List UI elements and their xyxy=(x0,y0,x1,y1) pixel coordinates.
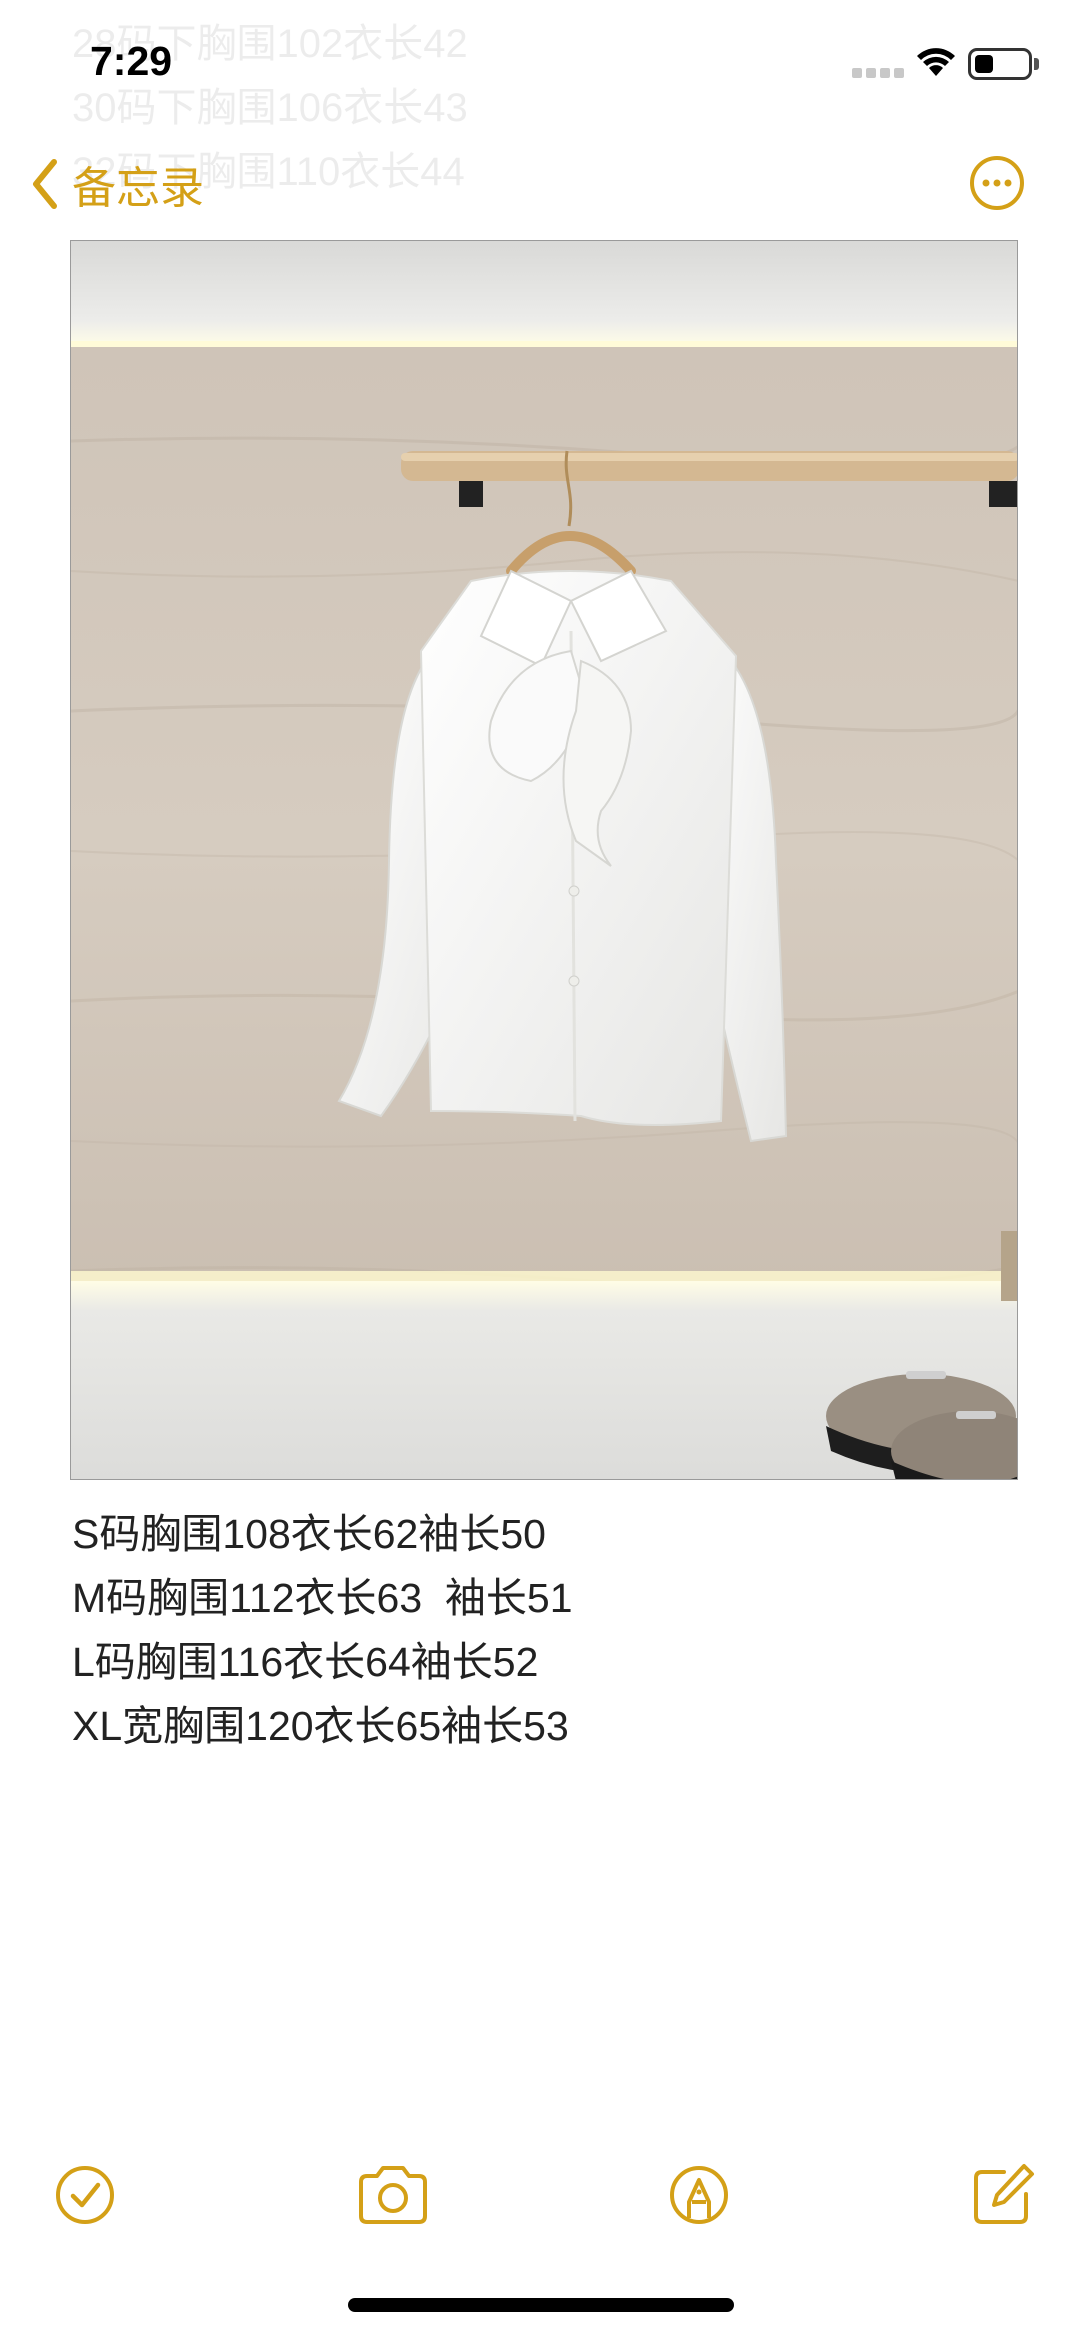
status-bar: 7:29 xyxy=(0,0,1080,130)
compose-icon[interactable] xyxy=(968,2160,1038,2230)
shirt-photo-image xyxy=(71,241,1017,1479)
bottom-toolbar xyxy=(0,2150,1080,2240)
cellular-signal-icon xyxy=(852,68,904,78)
battery-tip xyxy=(1034,58,1039,70)
note-line: XL宽胸围120衣长65袖长53 xyxy=(72,1703,569,1749)
note-body[interactable]: S码胸围108衣长62袖长50 M码胸围112衣长63 袖长51 L码胸围116… xyxy=(72,1502,573,1758)
more-options-icon[interactable] xyxy=(968,154,1026,212)
home-indicator[interactable] xyxy=(348,2298,734,2312)
battery-icon xyxy=(968,48,1032,80)
note-line: S码胸围108衣长62袖长50 xyxy=(72,1511,546,1557)
back-button-label: 备忘录 xyxy=(72,164,204,213)
markup-icon[interactable] xyxy=(664,2160,734,2230)
back-button[interactable]: 备忘录 xyxy=(30,152,204,216)
checklist-icon[interactable] xyxy=(50,2160,120,2230)
status-time: 7:29 xyxy=(90,38,173,84)
camera-icon[interactable] xyxy=(355,2160,431,2230)
note-line: M码胸围112衣长63 袖长51 xyxy=(72,1575,573,1621)
chevron-left-icon xyxy=(33,159,57,209)
wifi-icon xyxy=(917,48,955,76)
note-line: L码胸围116衣长64袖长52 xyxy=(72,1639,539,1685)
navigation-bar: 备忘录 xyxy=(0,130,1080,240)
note-photo[interactable] xyxy=(70,240,1018,1480)
notes-screen: 28码下胸围102衣长42 30码下胸围106衣长43 32码下胸围110衣长4… xyxy=(0,0,1080,2337)
battery-level xyxy=(975,55,993,73)
